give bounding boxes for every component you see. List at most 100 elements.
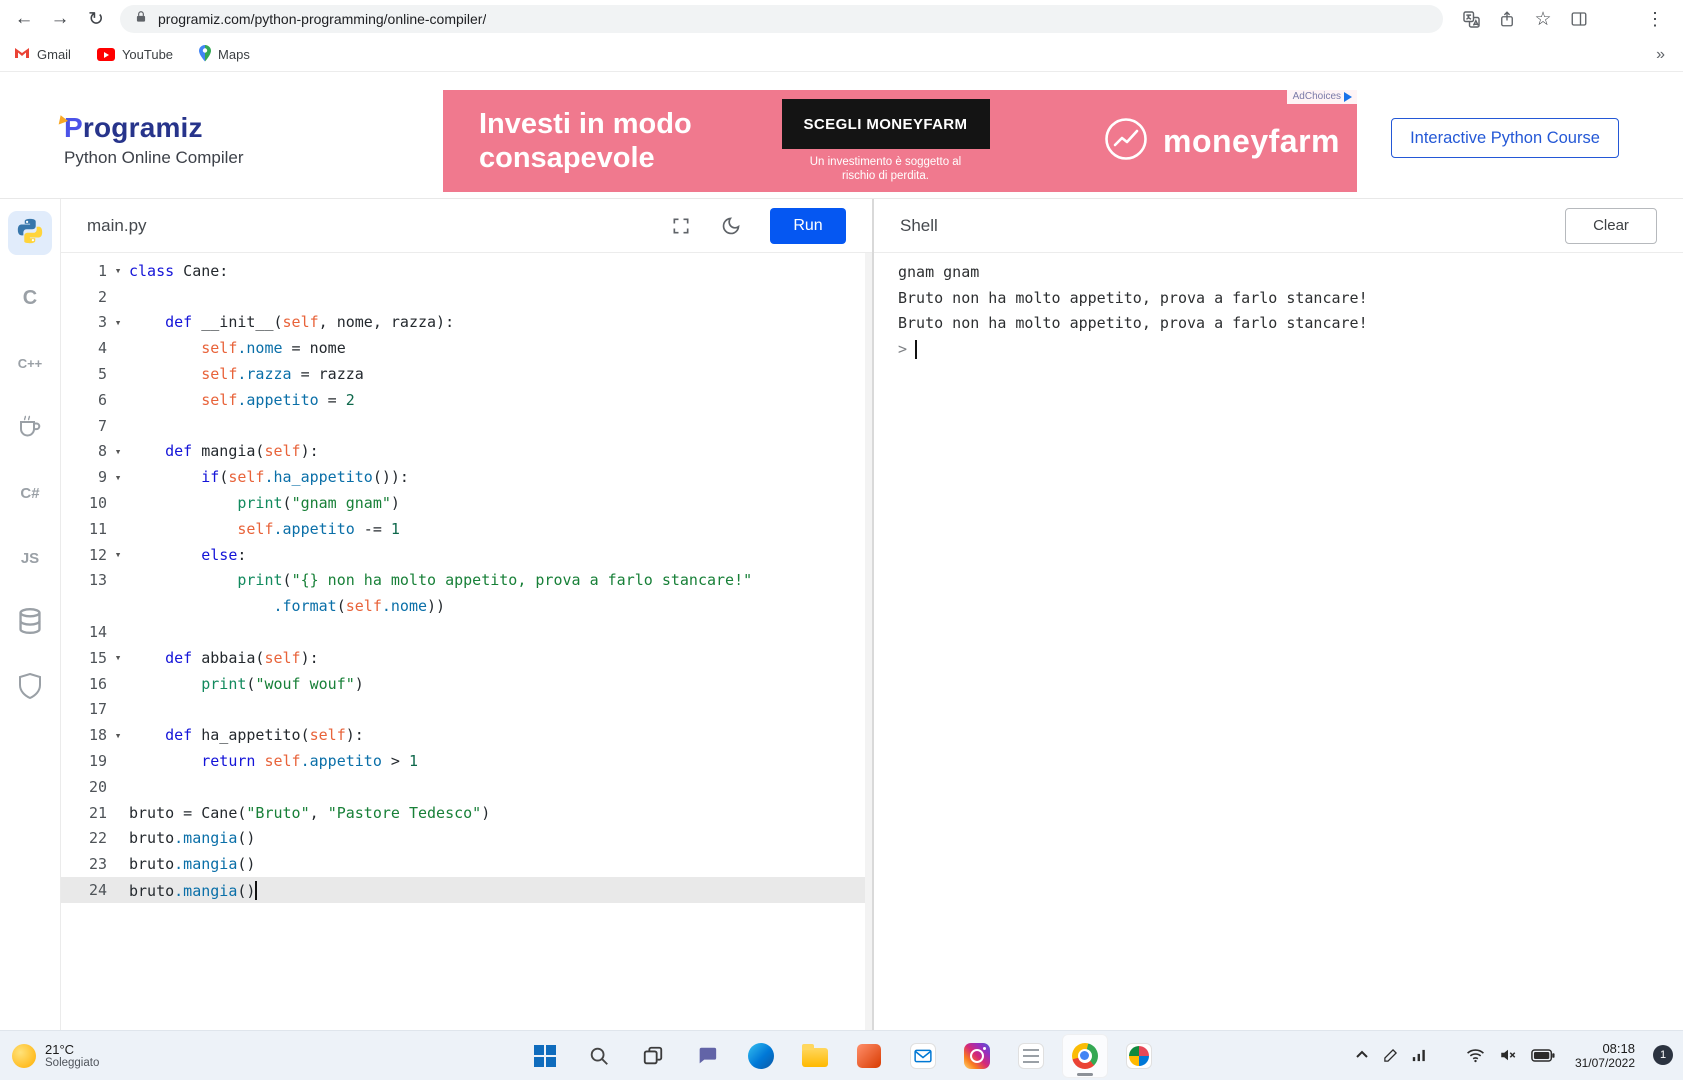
taskbar-mail[interactable] [900,1034,946,1078]
taskbar-notes[interactable] [1008,1034,1054,1078]
reload-button[interactable]: ↻ [78,2,114,36]
bookmark-maps[interactable]: Maps [199,45,250,65]
python-icon [15,216,45,251]
browser-menu-icon[interactable]: ⋮ [1637,2,1673,36]
taskbar-edge[interactable] [738,1034,784,1078]
battery-icon[interactable] [1531,1049,1555,1062]
taskbar-clock[interactable]: 08:18 31/07/2022 [1575,1041,1635,1071]
code-line[interactable]: 17 [61,697,872,723]
start-button[interactable] [522,1034,568,1078]
code-line[interactable]: 5 self.razza = razza [61,361,872,387]
code-line[interactable]: 20 [61,774,872,800]
taskbar-file-explorer[interactable] [792,1034,838,1078]
taskbar-photos[interactable] [1116,1034,1162,1078]
fold-icon[interactable]: ▾ [107,729,129,742]
code-editor[interactable]: 1▾class Cane:23▾ def __init__(self, nome… [61,253,872,1030]
tab-main-py[interactable]: main.py [87,216,147,236]
run-button[interactable]: Run [770,208,846,244]
code-line[interactable]: 2 [61,284,872,310]
chrome-icon [1072,1043,1098,1069]
taskbar-weather[interactable]: 21°C Soleggiato [0,1042,230,1070]
code-line[interactable]: 6 self.appetito = 2 [61,387,872,413]
clear-button[interactable]: Clear [1565,208,1657,244]
code-line[interactable]: 4 self.nome = nome [61,335,872,361]
taskbar-chat[interactable] [684,1034,730,1078]
code-line[interactable]: 13 print("{} non ha molto appetito, prov… [61,568,872,594]
code-line[interactable]: 7 [61,413,872,439]
browser-toolbar: ← → ↻ programiz.com/python-programming/o… [0,0,1683,38]
ad-cta-button[interactable]: SCEGLI MONEYFARM [782,99,990,149]
ad-banner[interactable]: Investi in modo consapevole SCEGLI MONEY… [443,90,1357,192]
code-line[interactable]: 19 return self.appetito > 1 [61,748,872,774]
code-line[interactable]: 23bruto.mangia() [61,851,872,877]
fold-icon[interactable]: ▾ [107,445,129,458]
fold-icon[interactable]: ▾ [107,316,129,329]
sidebar-item-html[interactable] [8,666,52,710]
bookmark-gmail[interactable]: Gmail [14,47,71,62]
editor-scrollbar[interactable] [865,253,872,1030]
adchoices-label[interactable]: AdChoices [1287,90,1357,104]
fold-icon[interactable]: ▾ [107,264,129,277]
address-bar[interactable]: programiz.com/python-programming/online-… [120,5,1443,33]
taskbar-office[interactable] [846,1034,892,1078]
code-line[interactable]: 10 print("gnam gnam") [61,490,872,516]
wifi-icon[interactable] [1466,1048,1485,1063]
sidebar-item-c[interactable]: C [8,276,52,320]
programiz-logo[interactable]: Programiz [64,112,203,144]
editor-panel: main.py Run 1▾class Cane:23▾ def __init_… [61,199,872,1030]
interactive-course-button[interactable]: Interactive Python Course [1391,118,1619,158]
code-line[interactable]: 18▾ def ha_appetito(self): [61,722,872,748]
taskbar-search[interactable] [576,1034,622,1078]
bookmark-star-icon[interactable]: ☆ [1525,2,1561,36]
shell-title: Shell [900,216,938,236]
code-line[interactable]: 14 [61,619,872,645]
side-panel-icon[interactable] [1561,2,1597,36]
bookmark-youtube[interactable]: YouTube [97,47,173,62]
shell-header: Shell Clear [874,199,1683,253]
code-line[interactable]: 22bruto.mangia() [61,826,872,852]
sidebar-item-java[interactable] [8,406,52,450]
shell-prompt[interactable]: > [898,336,1683,362]
code-line[interactable]: .format(self.nome)) [61,593,872,619]
code-line[interactable]: 11 self.appetito -= 1 [61,516,872,542]
fold-icon[interactable]: ▾ [107,471,129,484]
forward-button[interactable]: → [42,2,78,36]
fold-icon[interactable]: ▾ [107,651,129,664]
code-line[interactable]: 24bruto.mangia() [61,877,872,903]
mail-icon [910,1043,936,1069]
dark-mode-moon-icon[interactable] [720,215,742,237]
sidebar-item-cpp[interactable]: C++ [8,341,52,385]
code-line[interactable]: 9▾ if(self.ha_appetito()): [61,464,872,490]
pen-icon[interactable] [1383,1048,1398,1063]
taskbar: 21°C Soleggiato [0,1030,1683,1080]
code-line[interactable]: 21bruto = Cane("Bruto", "Pastore Tedesco… [61,800,872,826]
code-line[interactable]: 3▾ def __init__(self, nome, razza): [61,310,872,336]
fold-icon[interactable]: ▾ [107,548,129,561]
back-button[interactable]: ← [6,2,42,36]
code-line[interactable]: 8▾ def mangia(self): [61,439,872,465]
windows-icon [534,1045,556,1067]
chevron-up-icon[interactable] [1355,1050,1369,1060]
csharp-icon: C# [20,485,39,502]
maps-pin-icon [199,45,211,65]
shell-body[interactable]: gnam gnamBruto non ha molto appetito, pr… [874,253,1683,362]
code-line[interactable]: 15▾ def abbaia(self): [61,645,872,671]
signal-bars-icon[interactable] [1412,1048,1428,1063]
bookmarks-overflow-icon[interactable]: » [1656,46,1665,64]
sidebar-item-python[interactable] [8,211,52,255]
notification-badge[interactable]: 1 [1653,1045,1673,1065]
taskbar-task-view[interactable] [630,1034,676,1078]
translate-icon[interactable] [1453,2,1489,36]
taskbar-chrome[interactable] [1062,1034,1108,1078]
sidebar-item-sql[interactable] [8,601,52,645]
screen: ← → ↻ programiz.com/python-programming/o… [0,0,1683,1080]
volume-muted-icon[interactable] [1499,1047,1517,1063]
sidebar-item-javascript[interactable]: JS [8,536,52,580]
code-line[interactable]: 16 print("wouf wouf") [61,671,872,697]
code-line[interactable]: 1▾class Cane: [61,258,872,284]
taskbar-instagram[interactable] [954,1034,1000,1078]
fullscreen-icon[interactable] [670,215,692,237]
code-line[interactable]: 12▾ else: [61,542,872,568]
share-icon[interactable] [1489,2,1525,36]
sidebar-item-csharp[interactable]: C# [8,471,52,515]
